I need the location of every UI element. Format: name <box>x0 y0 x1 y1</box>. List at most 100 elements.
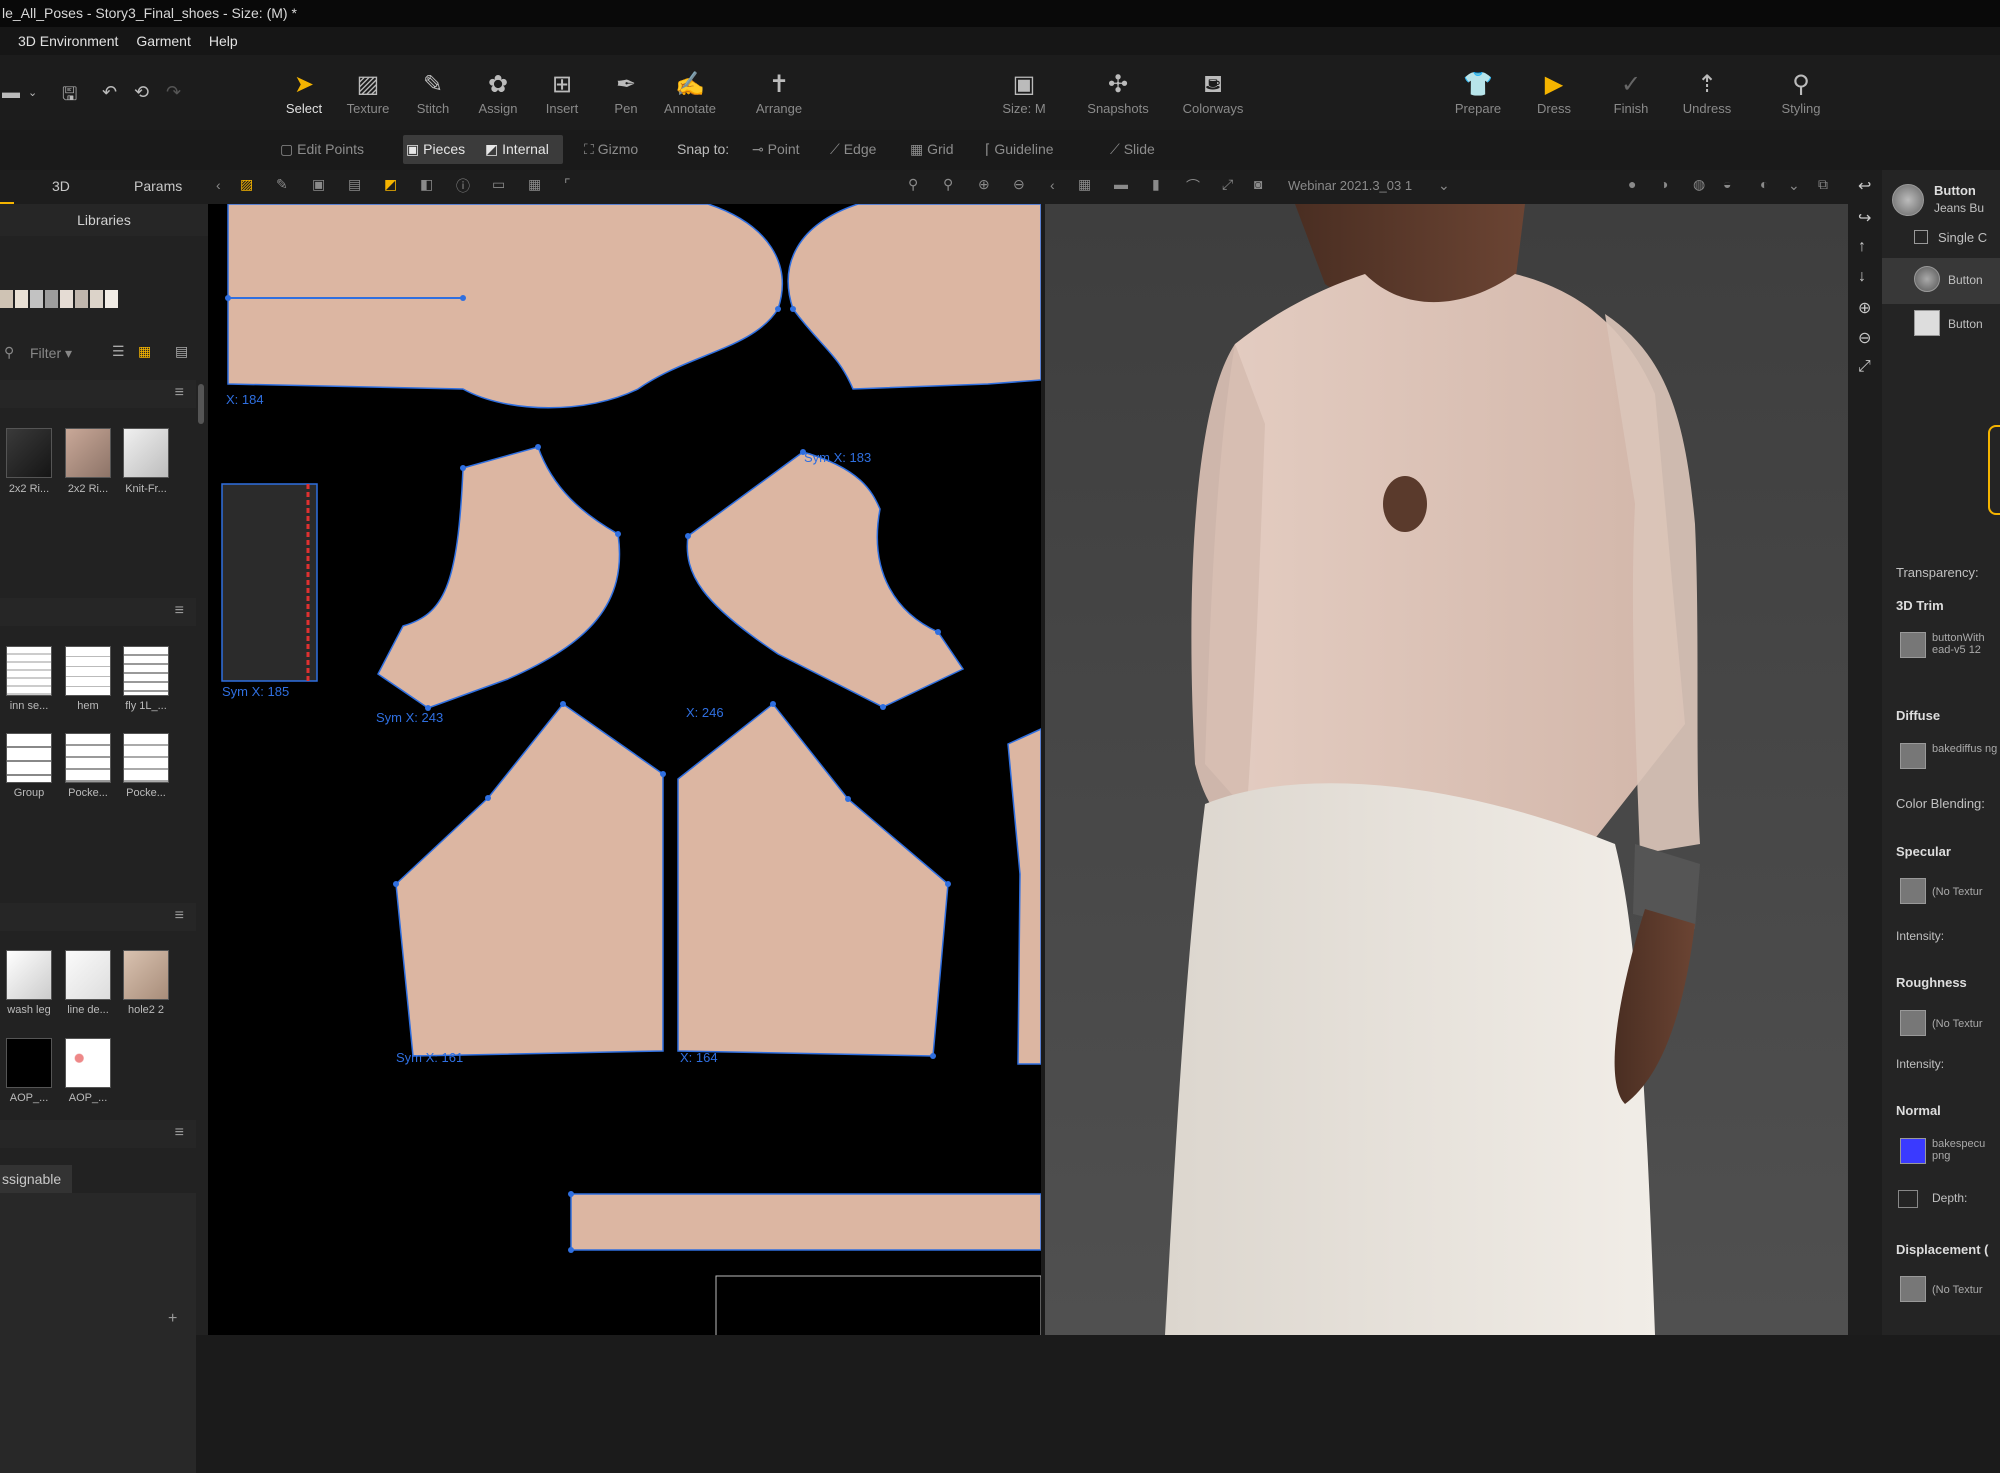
graphic-thumbnail[interactable] <box>6 950 52 1000</box>
tool-stitch[interactable]: ✎ Stitch <box>398 69 468 116</box>
pattern-view-icon[interactable]: ▤ <box>348 176 361 193</box>
sphere-icon[interactable]: ● <box>1628 176 1636 192</box>
pattern-piece-front-yoke[interactable] <box>787 204 1041 390</box>
redo-icon[interactable]: ↷ <box>166 82 181 103</box>
trim-thumbnail[interactable] <box>6 733 52 783</box>
menu-icon[interactable]: ≡ <box>175 384 184 402</box>
snap-guideline-button[interactable]: ⌈ Guideline <box>985 141 1054 158</box>
displacement-thumbnail[interactable] <box>1900 1276 1926 1302</box>
texture-view-icon[interactable]: ▨ <box>240 176 253 193</box>
chevron-down-icon[interactable]: ⌄ <box>1788 177 1800 194</box>
measure-icon[interactable]: ▮ <box>1152 176 1160 193</box>
gizmo-button[interactable]: ⛶ Gizmo <box>584 141 638 158</box>
trim-thumbnail[interactable] <box>123 646 169 696</box>
grid-3d-icon[interactable]: ▦ <box>1078 176 1091 193</box>
diffuse-thumbnail[interactable] <box>1900 743 1926 769</box>
zoom-selected-icon[interactable]: ⚲ <box>943 176 953 193</box>
globe-icon[interactable]: ◍ <box>1693 176 1705 193</box>
cuff-piece[interactable] <box>221 483 318 682</box>
shade-icon[interactable]: ◑ <box>1660 176 1668 192</box>
save-icon[interactable]: 🖫 <box>62 82 77 112</box>
rotate-icon[interactable]: ⌒ <box>1186 176 1200 196</box>
tool-prepare[interactable]: 👕 Prepare <box>1443 69 1513 116</box>
tool-assign[interactable]: ✿ Assign <box>463 69 533 116</box>
color-swatch[interactable] <box>90 290 103 308</box>
color-swatch[interactable] <box>15 290 28 308</box>
zoom-out-icon[interactable]: ⊖ <box>1858 328 1871 348</box>
color-swatch[interactable] <box>105 290 118 308</box>
layer-view-icon[interactable]: ◧ <box>420 176 433 193</box>
garment-view-icon[interactable]: ◒ <box>1723 176 1731 192</box>
color-swatch[interactable] <box>0 290 13 308</box>
zoom-out-icon[interactable]: ⊖ <box>1013 176 1025 193</box>
color-swatch[interactable] <box>45 290 58 308</box>
tool-snapshots[interactable]: ✣ Snapshots <box>1083 69 1153 116</box>
graphic-thumbnail[interactable] <box>65 950 111 1000</box>
corner-view-icon[interactable]: ⌜ <box>564 176 571 193</box>
tool-colorways[interactable]: ⛾ Colorways <box>1178 69 1248 116</box>
avatar-view-icon[interactable]: ▬ <box>1114 176 1128 192</box>
camera-icon[interactable]: ◙ <box>1254 176 1262 192</box>
tool-pen[interactable]: ✒ Pen <box>591 69 661 116</box>
color-swatch[interactable] <box>60 290 73 308</box>
fabric-view-icon[interactable]: ▭ <box>492 176 505 193</box>
menu-garment[interactable]: Garment <box>136 33 190 49</box>
tool-texture[interactable]: ▨ Texture <box>333 69 403 116</box>
pattern-piece-waistband[interactable] <box>570 1193 1041 1251</box>
avatar-display-icon[interactable]: ◐ <box>1760 176 1768 192</box>
color-swatch[interactable] <box>75 290 88 308</box>
tool-size[interactable]: ▣ Size: M <box>989 69 1059 116</box>
menu-3d-environment[interactable]: 3D Environment <box>18 33 118 49</box>
highlight-view-icon[interactable]: ◩ <box>384 176 397 193</box>
trim-thumbnail[interactable] <box>1900 632 1926 658</box>
snap-edge-button[interactable]: ⟋ Edge <box>830 141 876 158</box>
tool-dress[interactable]: ▶ Dress <box>1519 69 1589 116</box>
chevron-down-icon[interactable]: ⌄ <box>28 86 37 99</box>
fit-icon[interactable]: ⤢ <box>1858 358 1871 376</box>
scrollbar[interactable] <box>198 384 204 424</box>
slide-button[interactable]: ⟋ Slide <box>1110 141 1155 158</box>
pattern-view-icon[interactable]: ▣ <box>312 176 325 193</box>
window-restore-icon[interactable]: ⧉ <box>1818 176 1828 193</box>
arrow-up-icon[interactable]: ↑ <box>1858 238 1866 256</box>
pattern-piece-sleeve-left[interactable] <box>395 702 664 1057</box>
zoom-in-icon[interactable]: ⊕ <box>1858 298 1871 318</box>
menu-help[interactable]: Help <box>209 33 238 49</box>
graphic-thumbnail[interactable] <box>123 950 169 1000</box>
pattern-piece-sleeve-partial[interactable] <box>1007 728 1041 1065</box>
graphic-thumbnail[interactable] <box>6 1038 52 1088</box>
tool-undress[interactable]: ⇡ Undress <box>1672 69 1742 116</box>
color-swatch[interactable] <box>30 290 43 308</box>
details-view-icon[interactable]: ▤ <box>175 343 188 360</box>
trim-thumbnail[interactable] <box>65 733 111 783</box>
pattern-piece-back-yoke[interactable] <box>227 204 783 409</box>
grid-view-icon[interactable]: ▦ <box>138 343 151 360</box>
tab-params[interactable]: Params <box>134 178 182 194</box>
avatar-render[interactable] <box>1045 204 1848 1335</box>
normal-thumbnail[interactable] <box>1900 1138 1926 1164</box>
pieces-button[interactable]: ▣ Pieces <box>406 141 465 158</box>
internal-button[interactable]: ◩ Internal <box>485 141 549 158</box>
grid-view-icon[interactable]: ▦ <box>528 176 541 193</box>
chevron-left-icon[interactable]: ‹ <box>216 177 221 193</box>
expand-icon[interactable]: ⤢ <box>1222 176 1233 193</box>
trim-thumbnail[interactable] <box>65 646 111 696</box>
3d-viewport[interactable] <box>1045 204 1848 1335</box>
tool-insert[interactable]: ⊞ Insert <box>527 69 597 116</box>
zoom-in-icon[interactable]: ⊕ <box>978 176 990 193</box>
fabric-thumbnail[interactable] <box>65 428 111 478</box>
folder-icon[interactable]: ▬ <box>2 82 20 103</box>
trim-thumbnail[interactable] <box>123 733 169 783</box>
trim-thumbnail[interactable] <box>6 646 52 696</box>
tool-styling[interactable]: ⚲ Styling <box>1766 69 1836 116</box>
tab-3d[interactable]: 3D <box>52 178 70 194</box>
zoom-fit-icon[interactable]: ⚲ <box>908 176 918 193</box>
single-checkbox[interactable] <box>1914 230 1928 244</box>
pattern-piece-left-panel[interactable] <box>377 446 621 709</box>
redo-arrow-icon[interactable]: ↪ <box>1858 208 1871 228</box>
filter-dropdown[interactable]: Filter ▾ <box>30 345 72 362</box>
pattern-piece-sleeve-right[interactable] <box>677 702 949 1057</box>
tool-select[interactable]: ➤ Select <box>269 69 339 116</box>
menu-icon[interactable]: ≡ <box>175 907 184 925</box>
menu-icon[interactable]: ≡ <box>175 1124 184 1142</box>
